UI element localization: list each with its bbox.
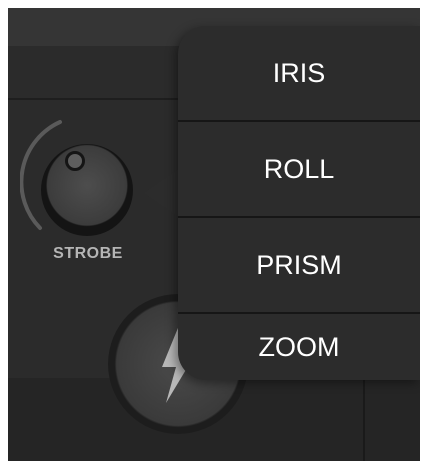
menu-item-iris[interactable]: IRIS (178, 26, 420, 120)
menu-item-label: ZOOM (258, 331, 340, 362)
strobe-knob[interactable] (41, 144, 133, 236)
menu-item-label: IRIS (272, 57, 326, 88)
knob-indicator-icon (65, 151, 85, 171)
menu-item-label: PRISM (256, 249, 342, 280)
strobe-mode-menu: IRIS ROLL PRISM ZOOM (178, 26, 420, 380)
menu-item-zoom[interactable]: ZOOM (178, 314, 420, 380)
menu-item-roll[interactable]: ROLL (178, 122, 420, 216)
menu-item-prism[interactable]: PRISM (178, 218, 420, 312)
bottom-divider (363, 378, 365, 461)
app-frame: STROBE IRIS ROLL PRISM ZOOM (8, 8, 420, 461)
strobe-label: STROBE (53, 245, 123, 262)
menu-item-label: ROLL (263, 153, 335, 184)
divider (8, 98, 178, 100)
